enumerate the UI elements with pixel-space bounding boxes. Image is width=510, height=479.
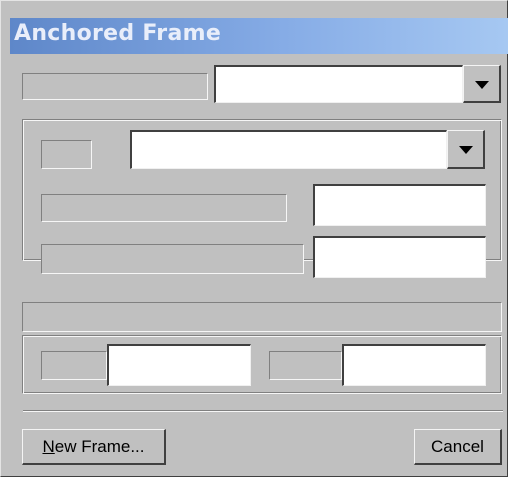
title-bar: Anchored Frame [10, 18, 508, 54]
dropdown-arrow-icon [474, 80, 489, 89]
group-select-dropdown-button[interactable] [447, 130, 485, 169]
new-frame-mnemonic: N [42, 436, 55, 456]
section-header-placeholder [22, 302, 502, 332]
anchored-frame-dialog: Anchored Frame New Frame... Cancel [0, 0, 508, 477]
new-frame-button[interactable]: New Frame... [22, 429, 166, 465]
group-select-field[interactable] [130, 130, 447, 169]
top-select-field[interactable] [214, 65, 463, 103]
group-text-field-2[interactable] [313, 236, 486, 278]
label-placeholder [41, 351, 107, 380]
separator [23, 410, 503, 412]
dropdown-arrow-icon [458, 146, 473, 154]
top-select-dropdown-button[interactable] [463, 65, 501, 103]
window-title: Anchored Frame [14, 21, 222, 46]
label-placeholder [41, 244, 304, 274]
label-placeholder [269, 351, 342, 380]
cancel-label: Cancel [431, 436, 484, 456]
new-frame-label: ew Frame... [54, 436, 145, 456]
label-placeholder [41, 194, 287, 222]
label-placeholder [41, 140, 92, 169]
group-text-field-1[interactable] [313, 184, 486, 226]
cancel-button[interactable]: Cancel [414, 429, 502, 465]
position-field-2[interactable] [342, 344, 486, 386]
label-placeholder [22, 73, 208, 100]
position-field-1[interactable] [107, 344, 251, 386]
